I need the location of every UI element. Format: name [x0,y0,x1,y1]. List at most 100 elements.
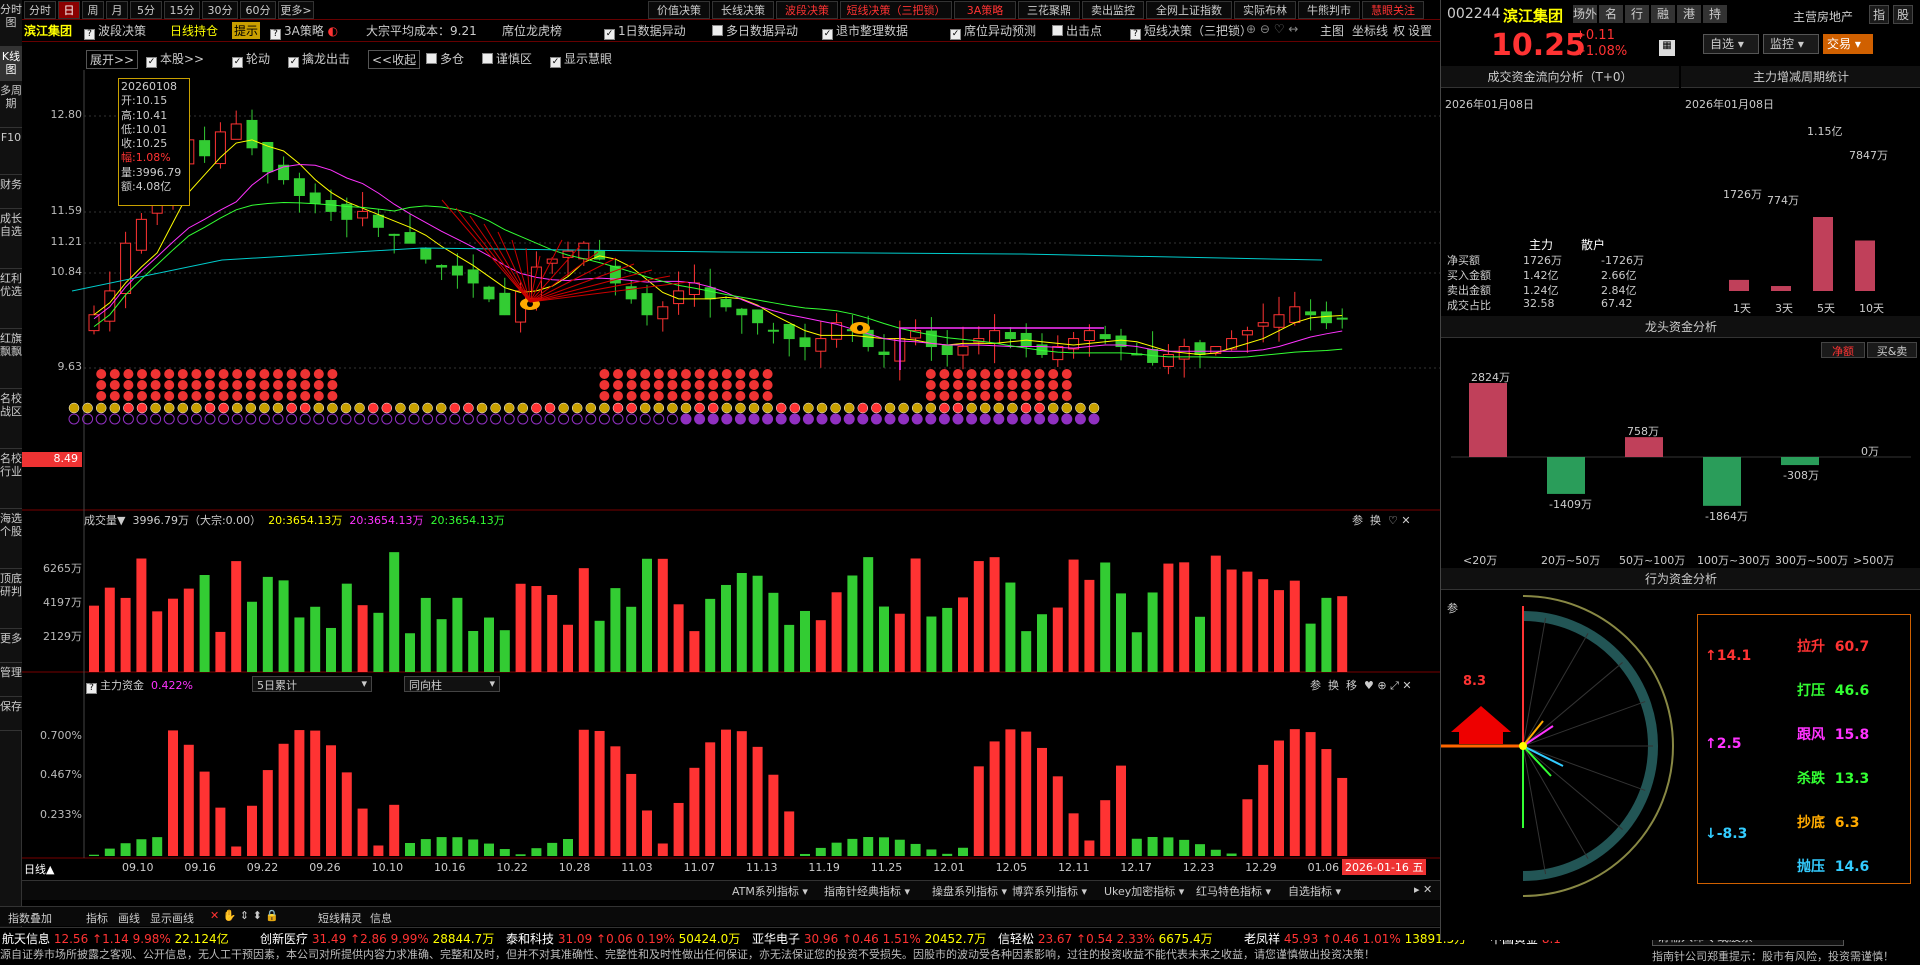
sidebar-item-0[interactable]: 分时图 [0,0,22,47]
sidebar-item-13[interactable]: 管理 [0,663,22,697]
period-tab-8[interactable]: 更多> [278,1,314,19]
fund-tools[interactable]: 参 换 移 ♥ ⊕ ⤢ ✕ [1310,677,1412,693]
strategy-tab-6[interactable]: 卖出监控 [1082,1,1144,19]
sidebar-item-14[interactable]: 保存 [0,697,22,731]
ticker-item-3[interactable]: 亚华电子 30.96 ↑0.46 1.51% 20452.7万 [752,930,986,947]
bar-close-icon[interactable]: ▸ ✕ [1414,883,1432,896]
indicator-tab-3[interactable]: 博弈系列指标 ▾ [1012,883,1087,899]
ticker-item-0[interactable]: 航天信息 12.56 ↑1.14 9.98% 22.124亿 [2,930,229,947]
settings-btn[interactable]: 设置 [1408,22,1432,39]
collapse-button[interactable]: <<收起 [368,50,421,69]
indicator-tab-6[interactable]: 自选指标 ▾ [1288,883,1341,899]
rights-btn[interactable]: 权 [1393,22,1405,39]
seat-dragon-check[interactable]: 席位龙虎榜 [502,22,562,39]
sidebar-item-1[interactable]: K线图 [0,47,22,81]
dragon-tab-net[interactable]: 净额 [1821,342,1865,358]
ticker-item-2[interactable]: 泰和科技 31.09 ↑0.06 0.19% 50424.0万 [506,930,740,947]
period-tab-2[interactable]: 周 [82,1,104,19]
strategy-tab-8[interactable]: 实际布林 [1234,1,1296,19]
this-stock-check[interactable]: ✓ 本股>> [146,50,204,68]
fund-mode-select[interactable]: 同向柱 ▾ [404,676,500,692]
strategy-tab-4[interactable]: 3A策略 [954,1,1016,19]
status-left-2[interactable]: 画线 [118,910,140,926]
quote-tag-5[interactable]: 持 [1703,5,1727,23]
ticker-item-5[interactable]: 老凤祥 45.93 ↑0.46 1.01% 13891.5万 [1244,930,1466,947]
dragon-tab-buysell[interactable]: 买&卖 [1867,342,1917,358]
coord-line-btn[interactable]: 坐标线 [1352,22,1388,39]
indicator-tab-4[interactable]: Ukey加密指标 ▾ [1104,883,1184,899]
main-chart-btn[interactable]: 主图 [1320,22,1344,39]
daily-hold-label[interactable]: 日线持仓 [170,22,218,39]
calc-icon[interactable]: ▦ [1659,40,1675,56]
strategy-tab-5[interactable]: 三花聚鼎 [1018,1,1080,19]
period-tab-0[interactable]: 分时 [24,1,56,19]
strategy-3a[interactable]: ? 3A策略 ◐ [270,22,338,40]
quote-tag-3[interactable]: 融 [1651,5,1675,23]
status-left-4[interactable]: 短线精灵 [318,910,362,926]
indicator-tab-5[interactable]: 红马特色指标 ▾ [1196,883,1271,899]
strategy-tab-0[interactable]: 价值决策 [648,1,710,19]
strategy-tab-7[interactable]: 全网上证指数 [1146,1,1232,19]
status-left-1[interactable]: 指标 [86,910,108,926]
header-icons[interactable]: ⊕ ⊖ ♡ ↔ [1246,22,1298,36]
volume-tools[interactable]: 参 换 ♡ ✕ [1352,512,1411,528]
one-day-check[interactable]: ✓ 1日数据异动 [604,22,686,40]
caution-check[interactable]: 谨慎区 [482,50,532,67]
quote-tag-4[interactable]: 港 [1677,5,1701,23]
status-left-3[interactable]: 显示画线 [150,910,194,926]
watchlist-button[interactable]: 自选 ▾ [1703,34,1759,54]
strategy-tab-10[interactable]: 慧眼关注 [1362,1,1424,19]
delist-check[interactable]: ✓ 退市整理数据 [822,22,908,40]
multi-day-check[interactable]: 多日数据异动 [712,22,798,39]
fund-period-select[interactable]: 5日累计 ▾ [252,676,372,692]
period-tab-7[interactable]: 60分 [240,1,276,19]
indicator-tab-1[interactable]: 指南针经典指标 ▾ [824,883,910,899]
seat-predict-check[interactable]: ✓ 席位异动预测 [950,22,1036,40]
strategy-tab-2[interactable]: 波段决策 [776,1,838,19]
ticker-item-1[interactable]: 创新医疗 31.49 ↑2.86 9.99% 28844.7万 [260,930,494,947]
strike-point-check[interactable]: 出击点 [1052,22,1102,39]
indicator-tab-2[interactable]: 操盘系列指标 ▾ [932,883,1007,899]
sidebar-item-5[interactable]: 成长自选 [0,209,22,269]
strategy-tab-3[interactable]: 短线决策（三把锁） [840,1,952,19]
period-tab-6[interactable]: 30分 [202,1,238,19]
sidebar-item-7[interactable]: 红旗飘飘 [0,329,22,389]
stock-tag[interactable]: 股 [1893,5,1914,24]
expand-button[interactable]: 展开>> [86,50,139,69]
trade-button[interactable]: 交易 ▾ [1823,34,1873,54]
quote-tag-0[interactable]: 场外 [1573,5,1597,23]
period-tab-4[interactable]: 5分 [130,1,162,19]
wave-decision-check[interactable]: ? 波段决策 [84,22,146,40]
quote-tag-1[interactable]: 名 [1599,5,1623,23]
period-label[interactable]: 日线▲ [24,861,54,877]
show-eye-check[interactable]: ✓ 显示慧眼 [550,50,612,68]
sidebar-item-12[interactable]: 更多 [0,629,22,663]
indicator-tab-0[interactable]: ATM系列指标 ▾ [732,883,808,899]
sidebar-item-9[interactable]: 名校行业 [0,449,22,509]
sidebar-item-6[interactable]: 红利优选 [0,269,22,329]
sidebar-item-4[interactable]: 财务 [0,175,22,209]
draw-tools-icons[interactable]: ✕ ✋ ⇕ ⬍ 🔒 [210,909,279,922]
period-tab-1[interactable]: 日 [58,1,80,19]
monitor-button[interactable]: 监控 ▾ [1763,34,1819,54]
sidebar-item-2[interactable]: 多周期 [0,81,22,128]
volume-title[interactable]: 成交量▼ [84,514,125,527]
period-tab-5[interactable]: 15分 [164,1,200,19]
strategy-tab-1[interactable]: 长线决策 [712,1,774,19]
long-position-check[interactable]: 多仓 [426,50,464,67]
sidebar-item-10[interactable]: 海选个股 [0,509,22,569]
status-left-5[interactable]: 信息 [370,910,392,926]
rotation-check[interactable]: ✓ 轮动 [232,50,270,68]
strategy-tab-9[interactable]: 牛熊判市 [1298,1,1360,19]
sidebar-item-11[interactable]: 顶底研判 [0,569,22,629]
ticker-item-4[interactable]: 信轻松 23.67 ↑0.54 2.33% 6675.4万 [998,930,1213,947]
tip-badge[interactable]: 提示 [232,22,261,39]
kline-chart-area[interactable] [22,70,1440,880]
sidebar-item-8[interactable]: 名校战区 [0,389,22,449]
status-left-0[interactable]: 指数叠加 [8,910,52,926]
index-tag[interactable]: 指 [1869,5,1890,24]
dragon-strike-check[interactable]: ✓ 擒龙出击 [288,50,350,68]
period-tab-3[interactable]: 月 [106,1,128,19]
quote-tag-2[interactable]: 行 [1625,5,1649,23]
short-decision-check[interactable]: ? 短线决策（三把锁） [1130,22,1252,40]
